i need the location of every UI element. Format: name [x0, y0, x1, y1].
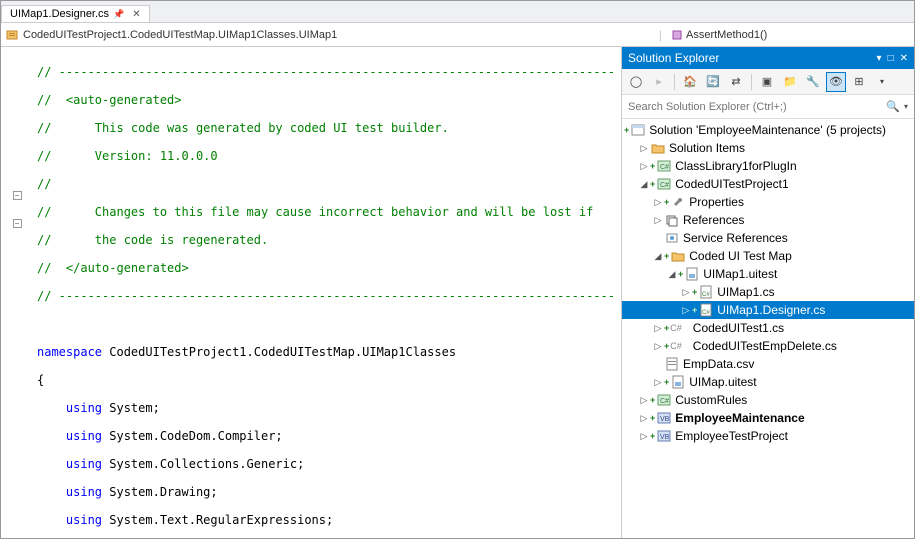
tree-file[interactable]: EmpData.csv [622, 355, 914, 373]
expand-icon[interactable]: ▷ [652, 377, 664, 388]
search-dropdown-icon[interactable]: ▾ [904, 102, 908, 111]
forward-button[interactable]: ▸ [649, 72, 669, 92]
wrench-icon [670, 194, 686, 210]
collapse-icon[interactable]: ◢ [638, 179, 650, 190]
sync-button[interactable]: ⇄ [726, 72, 746, 92]
pin-icon[interactable]: 📌 [113, 9, 124, 20]
tree-folder[interactable]: ◢ + Coded UI Test Map [622, 247, 914, 265]
expand-icon[interactable]: ▷ [638, 395, 650, 406]
back-button[interactable]: ◯ [626, 72, 646, 92]
uitest-icon [670, 374, 686, 390]
search-icon[interactable]: 🔍 [886, 100, 900, 113]
tree-file[interactable]: ▷ +C# CodedUITest1.cs [622, 319, 914, 337]
home-button[interactable]: 🏠 [680, 72, 700, 92]
expand-icon[interactable]: ▷ [638, 413, 650, 424]
close-icon[interactable]: ✕ [900, 53, 908, 64]
tree-project[interactable]: ▷ +C# CustomRules [622, 391, 914, 409]
folder-icon [670, 248, 686, 264]
panel-title: Solution Explorer [628, 51, 719, 65]
code-content: // -------------------------------------… [33, 47, 621, 538]
csharp-project-icon: C# [656, 176, 672, 192]
tab-title: UIMap1.Designer.cs [10, 8, 109, 20]
nav-divider: | [659, 28, 662, 42]
vb-project-icon: VB [656, 410, 672, 426]
class-icon [5, 28, 19, 42]
tree-file[interactable]: ▷ +C# UIMap1.cs [622, 283, 914, 301]
expand-icon[interactable]: ▷ [638, 431, 650, 442]
properties-button[interactable]: 🔧 [803, 72, 823, 92]
vb-project-icon: VB [656, 428, 672, 444]
expand-icon[interactable]: ▷ [652, 215, 664, 226]
folder-icon [650, 140, 666, 156]
refresh-button[interactable]: 🔄 [703, 72, 723, 92]
svg-text:C#: C# [660, 164, 669, 171]
service-refs-icon [664, 230, 680, 246]
expand-icon[interactable]: ▷ [652, 341, 664, 352]
svg-text:VB: VB [660, 434, 670, 441]
tree-project[interactable]: ▷ +VB EmployeeTestProject [622, 427, 914, 445]
expand-icon[interactable]: ▷ [680, 305, 692, 316]
csharp-project-icon: C# [656, 392, 672, 408]
uitest-icon [684, 266, 700, 282]
more-button[interactable]: ▾ [872, 72, 892, 92]
close-icon[interactable]: ✕ [132, 9, 140, 20]
svg-text:C#: C# [660, 182, 669, 189]
search-input[interactable] [628, 101, 886, 113]
expand-icon[interactable]: ▷ [680, 287, 692, 298]
document-tab-bar: UIMap1.Designer.cs 📌 ✕ [1, 1, 914, 23]
tree-project[interactable]: ▷ +VB EmployeeMaintenance [622, 409, 914, 427]
svg-text:C#: C# [660, 398, 669, 405]
svg-text:C#: C# [702, 292, 710, 298]
csharp-file-icon: C# [698, 284, 714, 300]
tree-file[interactable]: ▷ +C# CodedUITestEmpDelete.cs [622, 337, 914, 355]
tree-file[interactable]: ◢ + UIMap1.uitest [622, 265, 914, 283]
member-dropdown[interactable]: AssertMethod1() [670, 28, 910, 42]
expand-icon[interactable]: ▷ [638, 143, 650, 154]
solution-toolbar: ◯ ▸ 🏠 🔄 ⇄ ▣ 📁 🔧 👁 ⊞ ▾ [622, 69, 914, 95]
type-dropdown[interactable]: CodedUITestProject1.CodedUITestMap.UIMap… [23, 29, 337, 41]
outline-gutter: − − [1, 47, 33, 538]
solution-explorer-panel: Solution Explorer ▾ □ ✕ ◯ ▸ 🏠 🔄 ⇄ ▣ 📁 🔧 … [621, 47, 914, 538]
csharp-project-icon: C# [656, 158, 672, 174]
collapse-icon[interactable]: ◢ [666, 269, 678, 280]
preview-button[interactable]: 👁 [826, 72, 846, 92]
svg-text:VB: VB [660, 416, 670, 423]
tree-file-selected[interactable]: ▷ +C# UIMap1.Designer.cs [622, 301, 914, 319]
collapse-toggle[interactable]: − [13, 191, 22, 200]
solution-explorer-header: Solution Explorer ▾ □ ✕ [622, 47, 914, 69]
expand-icon[interactable]: ▷ [652, 197, 664, 208]
toggle-button[interactable]: ⊞ [849, 72, 869, 92]
tree-file[interactable]: ▷ + UIMap.uitest [622, 373, 914, 391]
code-editor[interactable]: − − // ---------------------------------… [1, 47, 621, 538]
document-tab[interactable]: UIMap1.Designer.cs 📌 ✕ [1, 5, 150, 22]
csharp-file-icon [682, 338, 690, 354]
solution-icon [630, 122, 646, 138]
svg-text:C#: C# [702, 310, 710, 316]
tree-item[interactable]: ▷ + Properties [622, 193, 914, 211]
tree-project[interactable]: ◢ +C# CodedUITestProject1 [622, 175, 914, 193]
tree-project[interactable]: ▷ +C# ClassLibrary1forPlugIn [622, 157, 914, 175]
maximize-icon[interactable]: □ [888, 53, 894, 64]
solution-search[interactable]: 🔍 ▾ [622, 95, 914, 119]
csv-file-icon [664, 356, 680, 372]
references-icon [664, 212, 680, 228]
tree-folder[interactable]: ▷ Solution Items [622, 139, 914, 157]
csharp-file-icon: C# [698, 302, 714, 318]
dropdown-icon[interactable]: ▾ [877, 53, 882, 64]
collapse-icon[interactable]: ◢ [652, 251, 664, 262]
show-all-button[interactable]: 📁 [780, 72, 800, 92]
tree-item[interactable]: ▷ References [622, 211, 914, 229]
expand-icon[interactable]: ▷ [638, 161, 650, 172]
expand-icon[interactable]: ▷ [652, 323, 664, 334]
csharp-file-icon [682, 320, 690, 336]
collapse-button[interactable]: ▣ [757, 72, 777, 92]
method-icon [670, 28, 684, 42]
solution-tree: + Solution 'EmployeeMaintenance' (5 proj… [622, 119, 914, 538]
navigation-bar: CodedUITestProject1.CodedUITestMap.UIMap… [1, 23, 914, 47]
solution-node[interactable]: + Solution 'EmployeeMaintenance' (5 proj… [622, 121, 914, 139]
tree-item[interactable]: Service References [622, 229, 914, 247]
collapse-toggle[interactable]: − [13, 219, 22, 228]
